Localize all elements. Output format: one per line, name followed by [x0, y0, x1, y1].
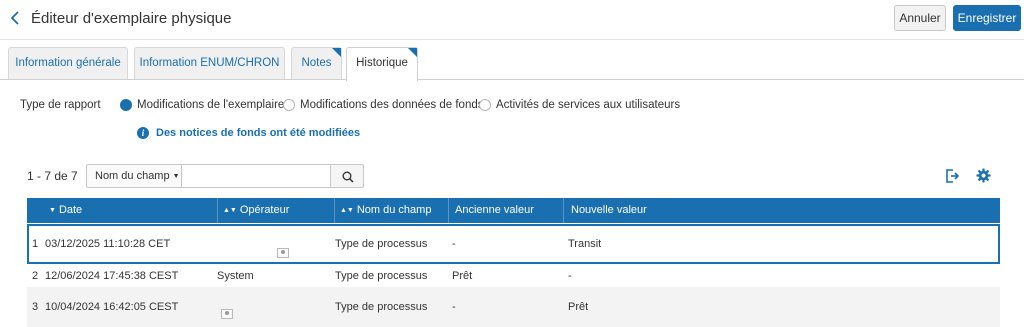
- cell-field-name: Type de processus: [335, 238, 428, 250]
- cell-old-value: -: [452, 301, 456, 313]
- page-title: Éditeur d'exemplaire physique: [31, 10, 232, 27]
- tab-label: Information générale: [15, 57, 121, 69]
- tab-corner-marker: [332, 48, 341, 57]
- cell-date: 10/04/2024 16:42:05 CEST: [45, 301, 179, 313]
- cell-date: 12/06/2024 17:45:38 CEST: [45, 269, 179, 282]
- user-card-icon[interactable]: [221, 309, 233, 319]
- search-button[interactable]: [330, 164, 364, 188]
- cancel-button[interactable]: Annuler: [894, 5, 946, 31]
- page-header: Éditeur d'exemplaire physique Annuler En…: [0, 0, 1024, 40]
- radio-unchecked-icon: [479, 99, 491, 111]
- info-message[interactable]: i Des notices de fonds ont été modifiées: [137, 127, 360, 139]
- column-label: Nom du champ: [356, 204, 432, 216]
- table-row[interactable]: 3 10/04/2024 16:42:05 CEST Type de proce…: [27, 287, 1000, 327]
- column-label: Opérateur: [239, 204, 290, 216]
- tab-history[interactable]: Historique: [346, 47, 418, 81]
- gear-icon[interactable]: [976, 168, 991, 183]
- cell-date: 03/12/2025 11:10:28 CET: [45, 238, 171, 250]
- cell-field-name: Type de processus: [335, 269, 428, 282]
- report-type-label: Type de rapport: [20, 99, 101, 111]
- column-header-old-value[interactable]: Ancienne valeur: [448, 198, 563, 223]
- table-header: ▼ Date ▲▼ Opérateur ▲▼ Nom du champ Ancienn…: [27, 198, 1000, 223]
- column-label: Date: [58, 204, 83, 216]
- tab-general-info[interactable]: Information générale: [8, 47, 128, 79]
- tab-label: Historique: [356, 57, 408, 69]
- user-card-icon[interactable]: [277, 248, 289, 258]
- radio-item-changes[interactable]: Modifications de l'exemplaire: [120, 97, 284, 113]
- cell-field-name: Type de processus: [335, 301, 428, 313]
- search-input[interactable]: [181, 164, 331, 188]
- sort-icon: ▲▼: [223, 207, 237, 214]
- radio-unchecked-icon: [283, 99, 295, 111]
- field-select-label: Nom du champ: [95, 170, 170, 182]
- table-row[interactable]: 1 03/12/2025 11:10:28 CET Type de proces…: [27, 224, 1000, 264]
- save-button[interactable]: Enregistrer: [953, 5, 1021, 31]
- cell-old-value: -: [452, 238, 456, 250]
- tab-enum-chron[interactable]: Information ENUM/CHRON: [134, 47, 285, 79]
- history-table: ▼ Date ▲▼ Opérateur ▲▼ Nom du champ Ancienn…: [27, 198, 1000, 327]
- column-label: Ancienne valeur: [455, 204, 534, 216]
- column-header-date[interactable]: ▼ Date: [27, 198, 217, 223]
- tab-label: Notes: [301, 57, 332, 69]
- column-label: Nouvelle valeur: [571, 204, 647, 216]
- field-select[interactable]: Nom du champ ▼: [86, 164, 181, 188]
- tab-bar: Information générale Information ENUM/CH…: [0, 47, 1024, 81]
- row-number: 3: [32, 301, 39, 313]
- table-row[interactable]: 2 12/06/2024 17:45:38 CEST System Type d…: [27, 264, 1000, 287]
- column-header-new-value[interactable]: Nouvelle valeur: [563, 198, 1000, 223]
- search-icon: [342, 171, 354, 183]
- radio-checked-icon: [120, 99, 132, 111]
- cell-old-value: Prêt: [452, 269, 473, 282]
- radio-label: Modifications de l'exemplaire: [137, 99, 285, 111]
- sort-icon: ▲▼: [340, 207, 354, 214]
- export-icon[interactable]: [944, 168, 960, 184]
- caret-down-icon: ▼: [172, 173, 180, 180]
- tab-corner-marker: [408, 48, 417, 57]
- tab-label: Information ENUM/CHRON: [139, 57, 280, 69]
- sort-desc-icon: ▼: [49, 207, 56, 214]
- row-number: 1: [32, 238, 39, 250]
- row-number: 2: [32, 269, 39, 282]
- column-header-operator[interactable]: ▲▼ Opérateur: [217, 198, 334, 223]
- cell-new-value: Prêt: [568, 301, 589, 313]
- result-count: 1 - 7 de 7: [27, 169, 78, 183]
- radio-label: Activités de services aux utilisateurs: [496, 99, 681, 111]
- info-text: Des notices de fonds ont été modifiées: [156, 127, 361, 139]
- radio-user-services[interactable]: Activités de services aux utilisateurs: [479, 97, 680, 113]
- column-header-field[interactable]: ▲▼ Nom du champ: [334, 198, 448, 223]
- tab-notes[interactable]: Notes: [291, 47, 342, 79]
- info-icon: i: [137, 127, 149, 139]
- cell-new-value: -: [568, 269, 572, 282]
- chevron-left-icon[interactable]: [8, 8, 22, 28]
- radio-label: Modifications des données de fonds: [300, 99, 484, 111]
- cell-new-value: Transit: [568, 238, 602, 250]
- cell-operator: System: [217, 269, 254, 282]
- radio-holdings-changes[interactable]: Modifications des données de fonds: [283, 97, 483, 113]
